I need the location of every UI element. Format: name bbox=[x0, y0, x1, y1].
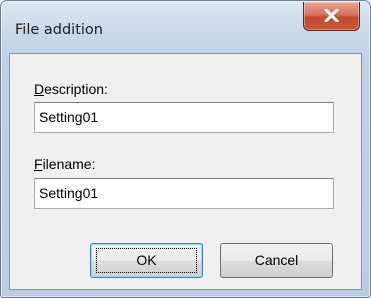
filename-label: Filename: bbox=[34, 156, 95, 172]
close-button[interactable] bbox=[303, 2, 360, 31]
ok-button-label: OK bbox=[136, 252, 157, 268]
file-addition-dialog: File addition Description: Setting01 Fil… bbox=[0, 0, 371, 298]
close-icon bbox=[324, 9, 339, 22]
ok-button[interactable]: OK bbox=[90, 243, 203, 278]
cancel-button[interactable]: Cancel bbox=[220, 243, 333, 278]
window-title: File addition bbox=[15, 22, 103, 38]
description-label: Description: bbox=[34, 81, 108, 97]
cancel-button-label: Cancel bbox=[254, 252, 299, 268]
description-label-text: escription: bbox=[44, 81, 108, 97]
filename-input[interactable]: Setting01 bbox=[34, 178, 334, 209]
filename-label-text: ilename: bbox=[42, 156, 96, 172]
dialog-body: Description: Setting01 Filename: Setting… bbox=[9, 53, 362, 290]
description-label-hotkey: D bbox=[34, 81, 45, 97]
description-input[interactable]: Setting01 bbox=[34, 102, 334, 133]
title-bar[interactable]: File addition bbox=[1, 1, 370, 38]
filename-label-hotkey: F bbox=[34, 156, 43, 172]
